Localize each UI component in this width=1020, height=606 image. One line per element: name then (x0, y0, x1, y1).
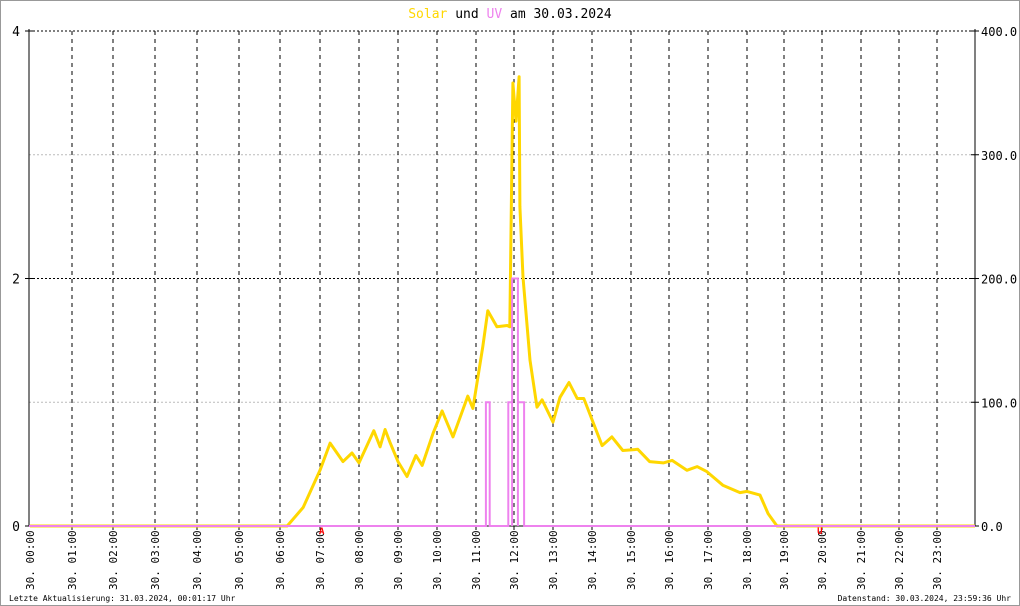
right-tick-label: 400.0 (981, 25, 1017, 39)
data-state-text: Datenstand: 30.03.2024, 23:59:36 Uhr (837, 594, 1011, 603)
solar-uv-chart: Solar und UV am 30.03.2024 0 2 4 0.0 100.0 200… (12, 7, 1017, 590)
x-tick-label: 30. 01:00 (66, 530, 79, 590)
x-tick-label: 30. 16:00 (663, 530, 676, 590)
x-tick-label: 30. 14:00 (586, 530, 599, 590)
x-tick-label: 30. 07:00 (314, 530, 327, 590)
solar-series-line (30, 75, 975, 528)
x-tick-label: 30. 04:00 (191, 530, 204, 590)
left-tick-label: 4 (12, 25, 20, 40)
x-tick-label: 30. 18:00 (741, 530, 754, 590)
left-tick-label: 2 (12, 273, 20, 288)
x-tick-label: 30. 05:00 (233, 530, 246, 590)
right-tick-label: 300.0 (981, 149, 1017, 163)
title-part4: am 30.03.2024 (510, 7, 612, 22)
sun-marker: U (817, 527, 822, 537)
x-tick-label: 30. 09:00 (392, 530, 405, 590)
left-tick-label: 0 (12, 520, 20, 535)
x-tick-label: 30. 12:00 (508, 530, 521, 590)
title-part3: UV (487, 7, 503, 22)
title-part2: und (455, 7, 478, 22)
chart-title: Solar und UV am 30.03.2024 (408, 7, 612, 22)
x-tick-label: 30. 19:00 (778, 530, 791, 590)
x-tick-label: 30. 21:00 (855, 530, 868, 590)
x-tick-label: 30. 00:00 (24, 530, 37, 590)
right-tick-label: 0.0 (981, 520, 1003, 534)
x-tick-label: 30. 23:00 (931, 530, 944, 590)
last-update-text: Letzte Aktualisierung: 31.03.2024, 00:01… (9, 594, 236, 603)
x-tick-label: 30. 17:00 (702, 530, 715, 590)
x-tick-label: 30. 22:00 (893, 530, 906, 590)
x-tick-label: 30. 11:00 (470, 530, 483, 590)
title-part1: Solar (408, 7, 447, 22)
x-tick-label: 30. 06:00 (274, 530, 287, 590)
x-tick-label: 30. 15:00 (625, 530, 638, 590)
right-tick-label: 100.0 (981, 396, 1017, 410)
x-tick-label: 30. 03:00 (149, 530, 162, 590)
x-tick-label: 30. 10:00 (431, 530, 444, 590)
x-tick-label: 30. 02:00 (107, 530, 120, 590)
x-tick-label: 30. 08:00 (353, 530, 366, 590)
x-tick-label: 30. 13:00 (547, 530, 560, 590)
x-tick-label: 30. 20:00 (816, 530, 829, 590)
right-tick-label: 200.0 (981, 273, 1017, 287)
sun-marker: A (319, 527, 325, 537)
